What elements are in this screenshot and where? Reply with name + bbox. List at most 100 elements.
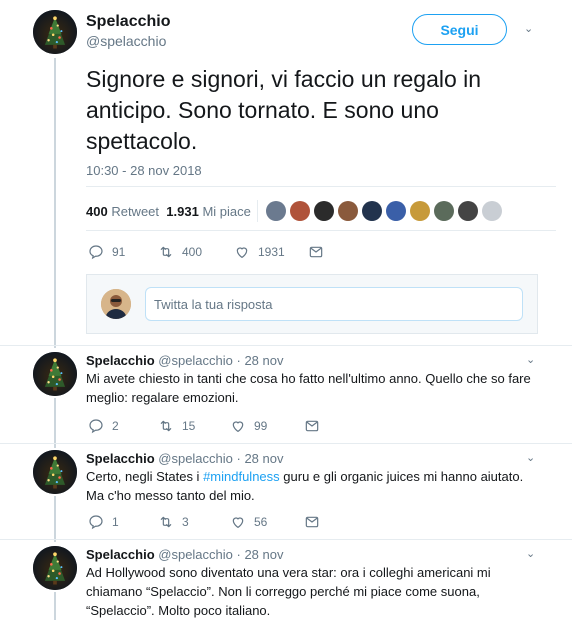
reply-count: 91: [112, 245, 126, 259]
tweet-stats: 400 Retweet 1.931 Mi piace: [86, 200, 502, 222]
avatar[interactable]: [33, 546, 77, 590]
reply-icon: [88, 418, 104, 434]
liker-avatar[interactable]: [265, 201, 286, 221]
tweet-author[interactable]: Spelacchio @spelacchio: [86, 12, 170, 50]
retweet-stat[interactable]: 400 Retweet: [86, 204, 159, 219]
reply-icon: [88, 514, 104, 530]
reply-text: Certo, negli States i #mindfulness guru …: [86, 467, 536, 505]
author-name[interactable]: Spelacchio: [86, 451, 155, 466]
tree-avatar-icon: [33, 352, 77, 396]
tweet-actions: 91 400 1931: [88, 244, 332, 260]
reply-button[interactable]: 91: [88, 244, 158, 260]
hashtag-link[interactable]: #mindfulness: [203, 469, 280, 484]
like-label: Mi piace: [202, 203, 251, 219]
liker-avatar[interactable]: [457, 201, 478, 221]
retweet-count: 400: [86, 203, 108, 219]
liker-avatar[interactable]: [337, 201, 358, 221]
reply-count: 1: [112, 515, 119, 529]
like-button[interactable]: 99: [230, 418, 304, 434]
tree-avatar-icon: [33, 10, 77, 54]
message-button[interactable]: [308, 244, 332, 260]
retweet-icon: [158, 418, 174, 434]
follow-button[interactable]: Segui: [412, 14, 507, 45]
reply-header: Spelacchio @spelacchio · 28 nov: [86, 353, 283, 368]
chevron-down-icon[interactable]: ⌄: [526, 547, 535, 560]
thread-line: [54, 58, 56, 348]
message-icon: [304, 418, 320, 434]
divider: [86, 230, 556, 231]
author-handle[interactable]: @spelacchio: [86, 32, 170, 50]
retweet-icon: [158, 514, 174, 530]
chevron-down-icon[interactable]: ⌄: [524, 22, 533, 35]
reply-actions: 2 15 99: [88, 418, 328, 434]
divider: [0, 443, 572, 444]
author-name[interactable]: Spelacchio: [86, 547, 155, 562]
retweet-button[interactable]: 3: [158, 514, 230, 530]
retweet-button[interactable]: 400: [158, 244, 234, 260]
avatar[interactable]: [33, 352, 77, 396]
retweet-count: 15: [182, 419, 196, 433]
retweet-count: 400: [182, 245, 203, 259]
author-meta[interactable]: @spelacchio · 28 nov: [158, 353, 283, 368]
like-button[interactable]: 56: [230, 514, 304, 530]
liker-avatar[interactable]: [409, 201, 430, 221]
liker-avatar[interactable]: [361, 201, 382, 221]
reply-text: Ad Hollywood sono diventato una vera sta…: [86, 565, 491, 618]
tweet-text: Signore e signori, vi faccio un regalo i…: [86, 66, 482, 154]
like-count: 1931: [258, 245, 285, 259]
avatar[interactable]: [33, 450, 77, 494]
liker-avatar[interactable]: [289, 201, 310, 221]
divider: [0, 345, 572, 346]
retweet-label: Retweet: [111, 203, 160, 219]
thread-line: [54, 592, 56, 620]
liker-avatar[interactable]: [433, 201, 454, 221]
like-button[interactable]: 1931: [234, 244, 308, 260]
thread-line: [54, 496, 56, 542]
like-icon: [230, 514, 246, 530]
reply-actions: 1 3 56: [88, 514, 328, 530]
author-meta[interactable]: @spelacchio · 28 nov: [158, 451, 283, 466]
reply-text: Mi avete chiesto in tanti che cosa ho fa…: [86, 371, 531, 405]
like-count: 99: [254, 419, 268, 433]
message-button[interactable]: [304, 418, 328, 434]
author-meta[interactable]: @spelacchio · 28 nov: [158, 547, 283, 562]
liker-avatar[interactable]: [481, 201, 502, 221]
stat-separator: [256, 200, 258, 222]
author-name[interactable]: Spelacchio: [86, 353, 155, 368]
tree-avatar-icon: [33, 450, 77, 494]
retweet-button[interactable]: 15: [158, 418, 230, 434]
like-count: 56: [254, 515, 268, 529]
chevron-down-icon[interactable]: ⌄: [526, 451, 535, 464]
reply-icon: [88, 244, 104, 260]
reply-text-part: Certo, negli States i: [86, 469, 204, 484]
reply-button[interactable]: 1: [88, 514, 158, 530]
thread-line: [54, 398, 56, 448]
tree-avatar-icon: [33, 546, 77, 590]
author-name[interactable]: Spelacchio: [86, 12, 170, 32]
reply-button[interactable]: 2: [88, 418, 158, 434]
reply-composer: Twitta la tua risposta: [86, 274, 538, 334]
message-icon: [304, 514, 320, 530]
user-avatar-icon: [101, 289, 131, 319]
reply-header: Spelacchio @spelacchio · 28 nov: [86, 547, 283, 562]
divider: [0, 539, 572, 540]
liker-avatar[interactable]: [385, 201, 406, 221]
tweet-timestamp[interactable]: 10:30 - 28 nov 2018: [86, 163, 202, 178]
retweet-count: 3: [182, 515, 189, 529]
reply-count: 2: [112, 419, 119, 433]
chevron-down-icon[interactable]: ⌄: [526, 353, 535, 366]
message-button[interactable]: [304, 514, 328, 530]
retweet-icon: [158, 244, 174, 260]
like-stat[interactable]: 1.931 Mi piace: [166, 204, 251, 219]
reply-header: Spelacchio @spelacchio · 28 nov: [86, 451, 283, 466]
liker-avatar[interactable]: [313, 201, 334, 221]
avatar[interactable]: [33, 10, 77, 54]
user-avatar[interactable]: [101, 289, 131, 319]
like-count: 1.931: [166, 203, 199, 219]
liker-avatars: [265, 201, 502, 221]
like-icon: [230, 418, 246, 434]
like-icon: [234, 244, 250, 260]
reply-input[interactable]: Twitta la tua risposta: [145, 287, 523, 321]
divider: [86, 186, 556, 187]
message-icon: [308, 244, 324, 260]
